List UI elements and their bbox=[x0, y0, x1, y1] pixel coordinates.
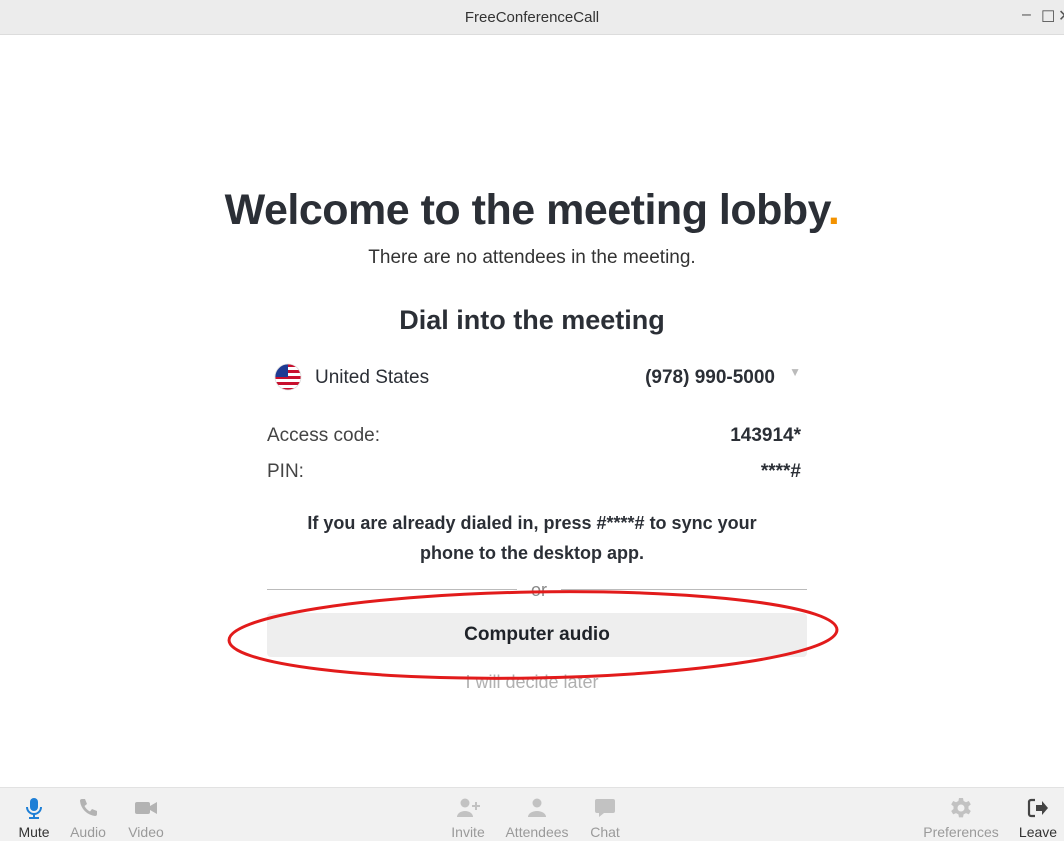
highlight-ellipse-annotation bbox=[227, 590, 839, 680]
gear-icon bbox=[951, 798, 971, 818]
mute-button[interactable]: Mute bbox=[8, 788, 60, 841]
page-title: Welcome to the meeting lobby. bbox=[0, 186, 1064, 235]
minimize-button[interactable]: – bbox=[1022, 6, 1031, 24]
video-label: Video bbox=[128, 824, 164, 840]
add-user-icon bbox=[457, 798, 480, 817]
preferences-label: Preferences bbox=[923, 824, 999, 840]
attendees-button[interactable]: Attendees bbox=[500, 788, 574, 841]
attendees-label: Attendees bbox=[505, 824, 569, 840]
audio-label: Audio bbox=[70, 824, 106, 840]
sync-phone-instructions: If you are already dialed in, press #***… bbox=[307, 513, 757, 563]
chat-label: Chat bbox=[590, 824, 620, 840]
mute-label: Mute bbox=[18, 824, 50, 840]
pin-row: PIN: ****# bbox=[267, 461, 801, 487]
dial-in-phone-number: (978) 990-5000 bbox=[645, 367, 775, 388]
page-title-dot: . bbox=[827, 186, 840, 234]
attendee-status-text: There are no attendees in the meeting. bbox=[368, 247, 696, 268]
phone-icon bbox=[80, 799, 97, 816]
video-button[interactable]: Video bbox=[118, 788, 174, 841]
access-code-value: 143914* bbox=[730, 425, 801, 446]
window-title: FreeConferenceCall bbox=[464, 9, 600, 26]
pin-label: PIN: bbox=[267, 461, 304, 482]
divider-left bbox=[267, 589, 517, 590]
divider-right bbox=[561, 589, 807, 590]
close-button[interactable]: ✕ bbox=[1058, 6, 1064, 26]
pin-value: ****# bbox=[760, 461, 801, 482]
dial-in-heading: Dial into the meeting bbox=[399, 305, 665, 335]
preferences-button[interactable]: Preferences bbox=[916, 788, 1006, 841]
window-titlebar: FreeConferenceCall – ☐ ✕ bbox=[0, 0, 1064, 35]
computer-audio-button[interactable]: Computer audio bbox=[267, 613, 807, 657]
chat-bubble-icon bbox=[595, 799, 615, 817]
audio-button[interactable]: Audio bbox=[62, 788, 114, 841]
maximize-button[interactable]: ☐ bbox=[1041, 7, 1055, 27]
chat-button[interactable]: Chat bbox=[580, 788, 630, 841]
page-title-text: Welcome to the meeting lobby bbox=[224, 186, 829, 234]
invite-button[interactable]: Invite bbox=[440, 788, 496, 841]
leave-label: Leave bbox=[1018, 824, 1058, 840]
microphone-icon bbox=[26, 798, 42, 819]
us-flag-icon bbox=[274, 363, 302, 391]
country-dial-selector[interactable]: United States (978) 990-5000 ▼ bbox=[267, 360, 807, 396]
access-code-row: Access code: 143914* bbox=[267, 425, 801, 451]
or-separator: or bbox=[530, 580, 547, 600]
leave-icon bbox=[1027, 798, 1048, 818]
decide-later-link[interactable]: I will decide later bbox=[0, 672, 1064, 693]
country-name: United States bbox=[315, 367, 430, 388]
user-icon bbox=[528, 798, 546, 817]
meeting-toolbar: Mute Audio Video Invite Attendees Chat P… bbox=[0, 787, 1064, 841]
invite-label: Invite bbox=[451, 824, 485, 840]
access-code-label: Access code: bbox=[267, 425, 380, 446]
video-camera-icon bbox=[135, 802, 157, 814]
leave-button[interactable]: Leave bbox=[1012, 788, 1064, 841]
chevron-down-icon: ▼ bbox=[789, 365, 801, 379]
